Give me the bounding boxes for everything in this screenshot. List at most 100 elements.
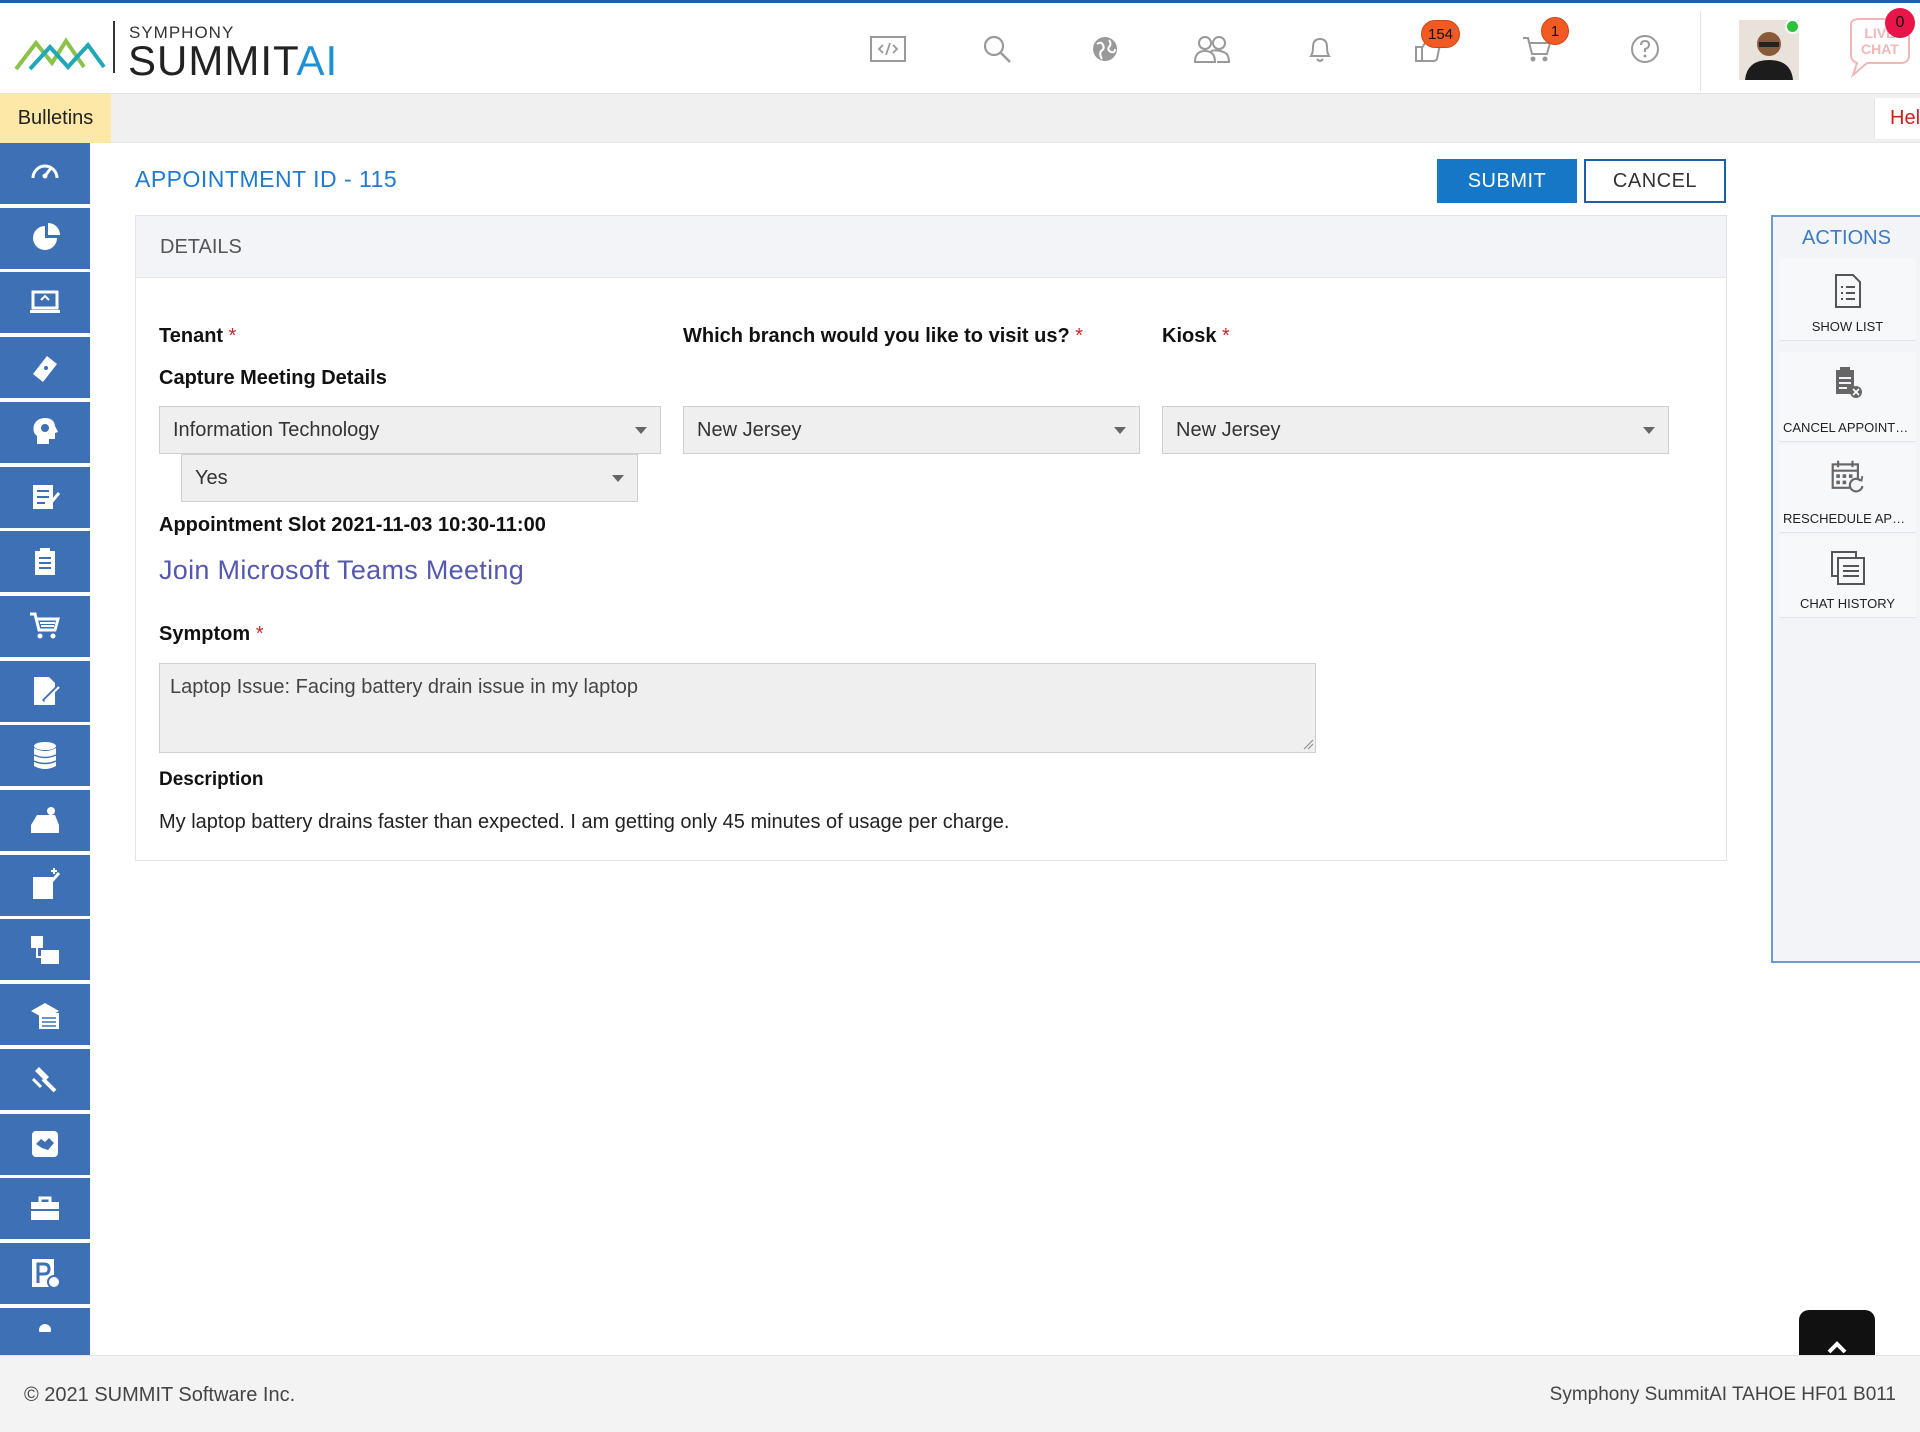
sidebar-item-gavel[interactable] — [0, 1048, 90, 1110]
show-list-label: SHOW LIST — [1811, 319, 1884, 334]
left-nav-sidebar — [0, 143, 90, 1369]
list-document-icon — [1830, 271, 1866, 311]
page-footer: © 2021 SUMMIT Software Inc. Symphony Sum… — [0, 1355, 1920, 1432]
ticket-icon — [33, 355, 57, 382]
resize-grip-icon[interactable] — [1302, 738, 1314, 750]
branch-label-text: Which branch would you like to visit us? — [683, 325, 1070, 347]
thumbs-count-badge: 154 — [1421, 20, 1461, 48]
brand-ai: AI — [296, 37, 339, 84]
version-text: Symphony SummitAI TAHOE HF01 B011 — [1549, 1384, 1896, 1405]
sidebar-item-cart[interactable] — [0, 595, 90, 657]
chevron-down-icon — [1643, 427, 1655, 434]
reschedule-appointment-label: RESCHEDULE APPOINTMENT — [1783, 511, 1916, 526]
symptom-label-text: Symptom — [159, 623, 251, 645]
bulletins-bar: Bulletins Hel — [0, 94, 1920, 143]
kiosk-label: Kiosk * — [1162, 325, 1230, 348]
live-chat-label-line2: CHAT — [1861, 41, 1899, 57]
sidebar-item-head-gear[interactable] — [0, 401, 90, 463]
join-teams-meeting-link[interactable]: Join Microsoft Teams Meeting — [159, 555, 524, 586]
chevron-down-icon — [1114, 427, 1126, 434]
sidebar-item-scanner[interactable] — [0, 790, 90, 851]
details-header[interactable]: DETAILS — [136, 216, 1726, 278]
appointment-slot-text: Appointment Slot 2021-11-03 10:30-11:00 — [159, 514, 546, 537]
actions-title: ACTIONS — [1802, 227, 1891, 249]
sidebar-item-parking[interactable] — [0, 1242, 90, 1304]
details-section-title: DETAILS — [160, 236, 242, 258]
sidebar-item-clipboard[interactable] — [0, 531, 90, 593]
scanner-icon — [31, 806, 59, 833]
stack-icon — [31, 1002, 59, 1029]
details-panel: DETAILS — [135, 215, 1727, 861]
sidebar-item-checklist[interactable] — [0, 466, 90, 528]
actions-panel: ACTIONS SHOW LIST CANCEL APPOINTMENT RES… — [1771, 215, 1920, 963]
sidebar-item-workflow[interactable] — [0, 919, 90, 981]
branch-select-value: New Jersey — [697, 419, 802, 441]
database-icon — [33, 741, 57, 769]
clipboard-icon — [35, 547, 55, 575]
tenant-label: Tenant * — [159, 325, 236, 348]
help-icon[interactable] — [1625, 29, 1665, 69]
sidebar-item-dashboard[interactable] — [0, 143, 90, 204]
copyright-text: © 2021 SUMMIT Software Inc. — [24, 1384, 296, 1406]
sidebar-item-briefcase[interactable] — [0, 1178, 90, 1240]
chat-history-action[interactable]: CHAT HISTORY — [1779, 536, 1916, 618]
cancel-appointment-action[interactable]: CANCEL APPOINTMENT — [1779, 352, 1916, 442]
users-icon[interactable] — [1192, 29, 1232, 69]
tenant-select[interactable]: Information Technology — [159, 406, 661, 454]
checklist-icon — [33, 485, 61, 509]
cancel-appointment-label: CANCEL APPOINTMENT — [1783, 420, 1916, 435]
sidebar-item-database[interactable] — [0, 725, 90, 787]
slot-text: Appointment Slot 2021-11-03 10:30-11:00 — [159, 514, 546, 536]
sidebar-item-pie-chart[interactable] — [0, 207, 90, 269]
summitai-logo[interactable]: SYMPHONY SUMMITAI — [14, 19, 337, 84]
kiosk-select[interactable]: New Jersey — [1162, 406, 1669, 454]
app-header: SYMPHONY SUMMITAI 154 1 LIVE CHAT 0 — [0, 3, 1920, 94]
description-label-text: Description — [159, 769, 264, 790]
handshake-icon — [32, 1131, 58, 1157]
logo-mountains-icon — [14, 37, 106, 71]
sidebar-item-laptop[interactable] — [0, 272, 90, 334]
capture-select-value: Yes — [195, 467, 228, 489]
help-tab[interactable]: Hel — [1874, 98, 1920, 139]
laptop-icon — [30, 290, 60, 313]
sidebar-item-handshake[interactable] — [0, 1113, 90, 1175]
kiosk-label-text: Kiosk — [1162, 325, 1217, 347]
branch-select[interactable]: New Jersey — [683, 406, 1140, 454]
sidebar-item-ticket[interactable] — [0, 337, 90, 399]
capture-meeting-select[interactable]: Yes — [181, 454, 638, 502]
bulletins-tab[interactable]: Bulletins — [0, 94, 111, 143]
chevron-up-icon — [1827, 1341, 1847, 1354]
document-edit-icon — [34, 677, 60, 706]
required-asterisk: * — [228, 325, 237, 347]
tenant-select-value: Information Technology — [173, 419, 380, 441]
dashboard-icon — [31, 164, 59, 178]
briefcase-icon — [31, 1196, 59, 1220]
code-icon[interactable] — [868, 29, 908, 69]
online-status-dot — [1785, 19, 1800, 34]
required-asterisk: * — [255, 623, 264, 645]
search-icon[interactable] — [977, 29, 1017, 69]
pie-chart-icon — [33, 223, 60, 251]
head-gear-icon — [33, 418, 58, 445]
description-label: Description — [159, 769, 264, 791]
header-divider — [1700, 11, 1701, 91]
sidebar-item-document-edit[interactable] — [0, 660, 90, 722]
workflow-icon — [31, 935, 59, 964]
reschedule-calendar-icon — [1830, 457, 1866, 497]
cart-count-badge: 1 — [1541, 17, 1569, 45]
description-text: My laptop battery drains faster than exp… — [159, 811, 1010, 833]
reschedule-appointment-action[interactable]: RESCHEDULE APPOINTMENT — [1779, 445, 1916, 533]
tenant-label-text: Tenant — [159, 325, 224, 347]
submit-button[interactable]: SUBMIT — [1437, 159, 1577, 203]
sidebar-item-edit-box[interactable] — [0, 854, 90, 916]
live-chat-count-badge: 0 — [1885, 8, 1915, 38]
branch-label: Which branch would you like to visit us?… — [683, 325, 1083, 348]
show-list-action[interactable]: SHOW LIST — [1779, 259, 1916, 341]
gavel-icon — [31, 1067, 57, 1093]
parking-icon — [32, 1259, 61, 1290]
cancel-button[interactable]: CANCEL — [1584, 159, 1726, 203]
symptom-textarea[interactable]: Laptop Issue: Facing battery drain issue… — [159, 663, 1316, 753]
globe-icon[interactable] — [1085, 29, 1125, 69]
bell-icon[interactable] — [1300, 29, 1340, 69]
sidebar-item-stack[interactable] — [0, 984, 90, 1046]
